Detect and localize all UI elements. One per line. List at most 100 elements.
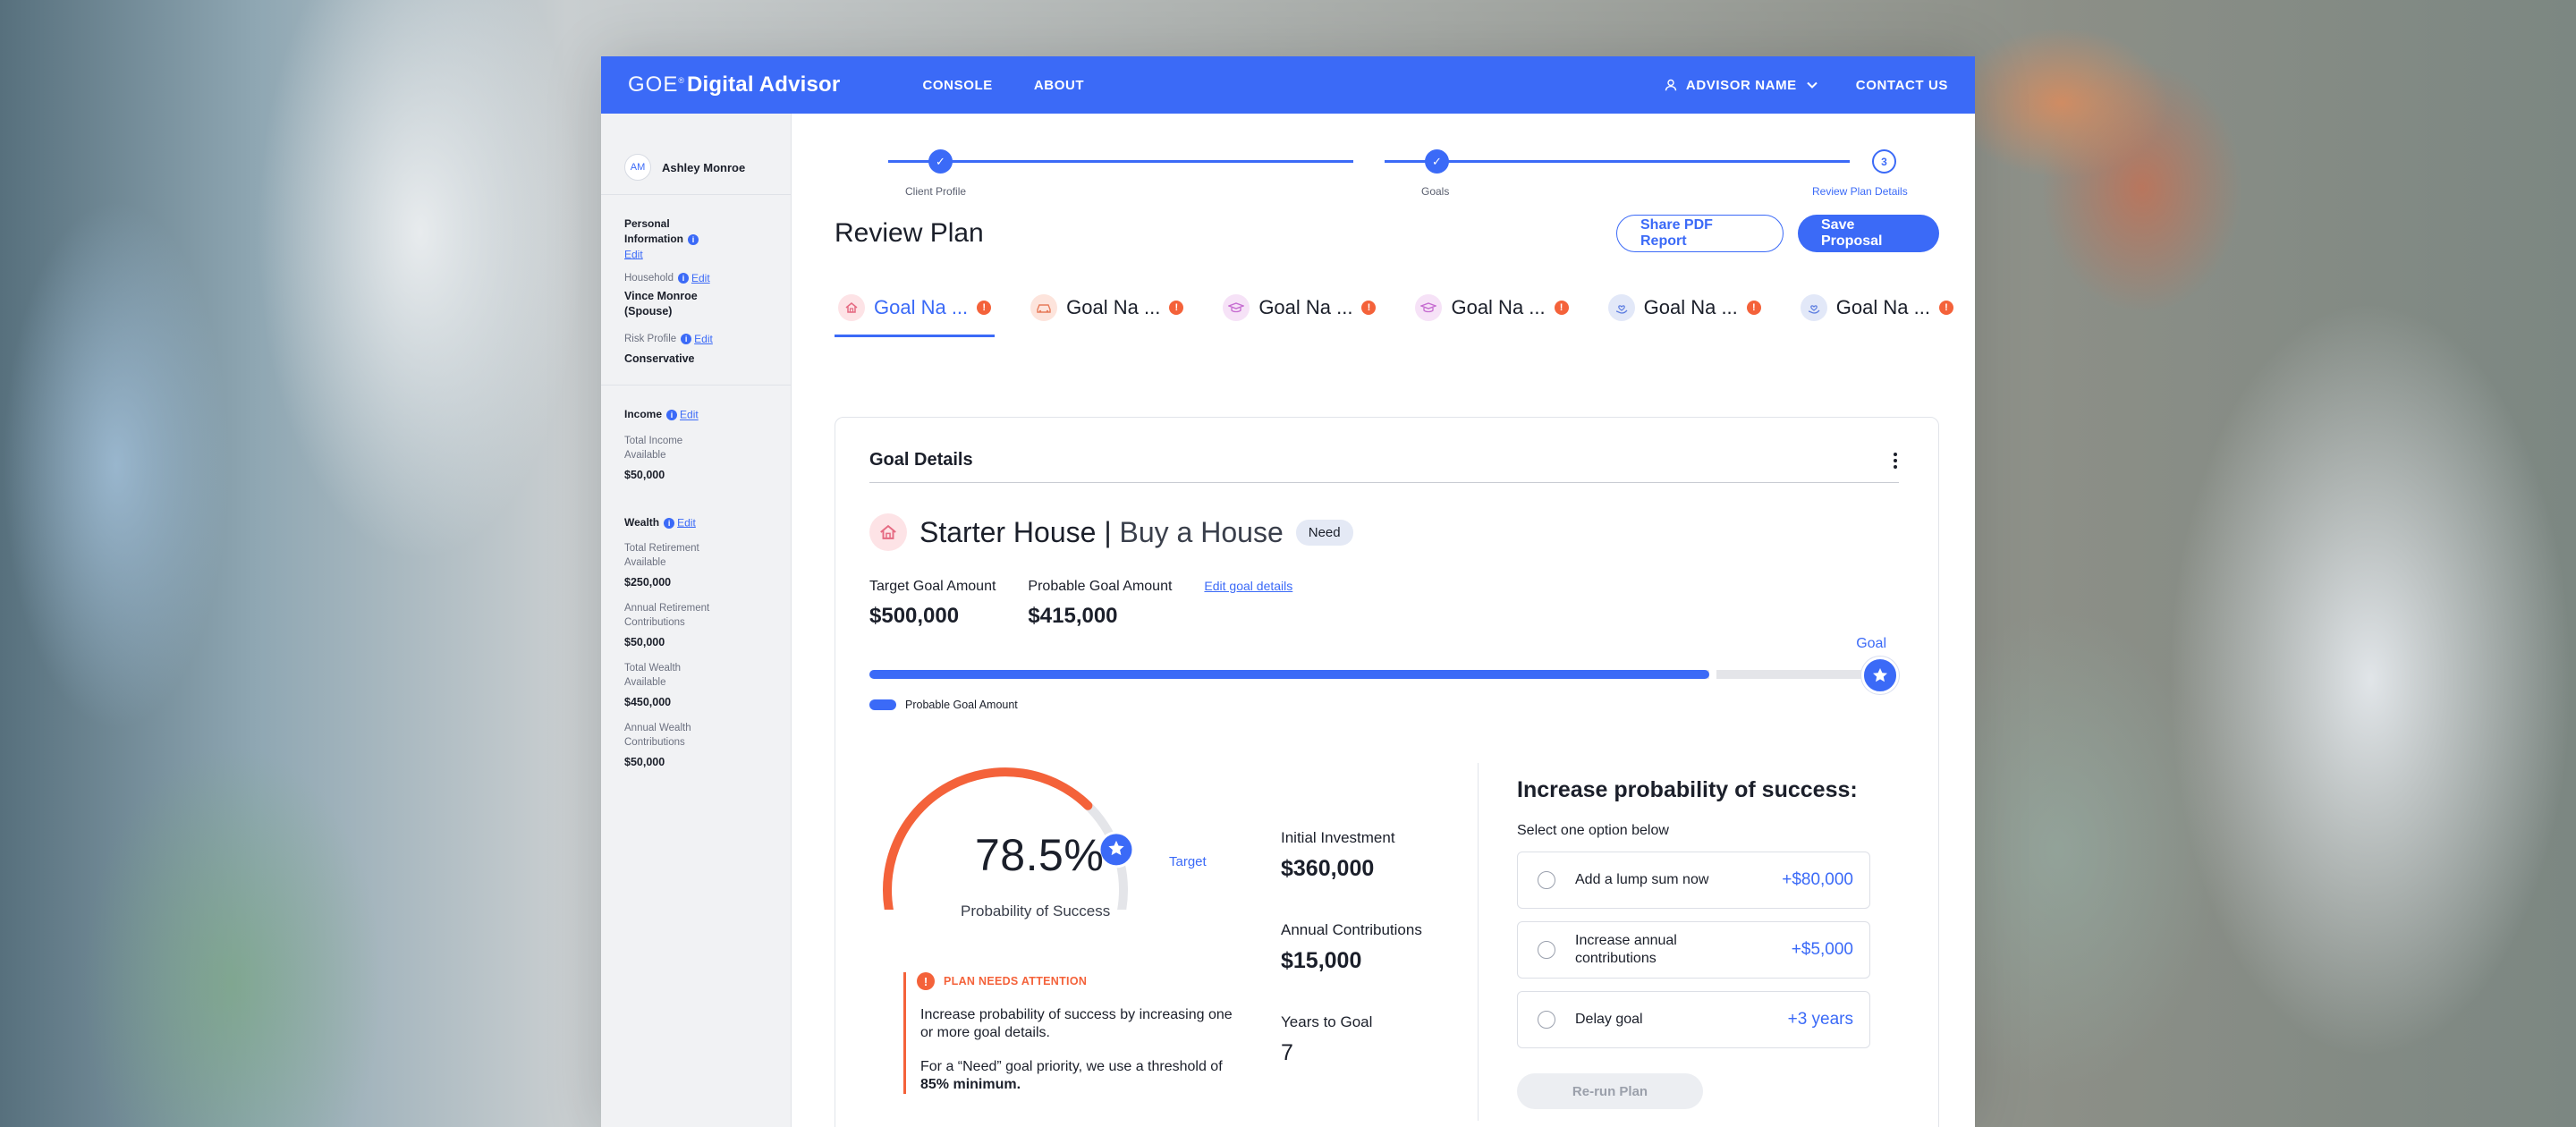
edit-income-link[interactable]: Edit [680,409,699,421]
alert-message: Increase probability of success by incre… [920,1007,1233,1040]
save-proposal-button[interactable]: Save Proposal [1798,215,1939,252]
user-icon [1665,79,1677,91]
goal-progress: Goal [869,636,1899,694]
contact-us-link[interactable]: CONTACT US [1856,78,1948,93]
share-pdf-report-button[interactable]: Share PDF Report [1616,215,1784,252]
goal-tab-5[interactable]: Goal Na ... ! [1605,286,1765,329]
step-2-check-icon[interactable]: ✓ [1425,149,1449,174]
goal-progress-fill [869,670,1709,679]
edit-household-link[interactable]: Edit [691,272,710,284]
header-actions: Share PDF Report Save Proposal [1616,215,1939,252]
alert-icon: ! [1361,301,1377,315]
more-options-icon[interactable] [1894,452,1899,469]
progress-stepper: ✓ Client Profile ✓ Goals 3 Review Plan D… [835,114,1939,199]
goal-progress-track [869,670,1881,679]
annual-wealth-value: $50,000 [624,756,665,769]
radio-button[interactable] [1538,1011,1555,1029]
edit-personal-info-link[interactable]: Edit [624,248,643,260]
initial-investment-label: Initial Investment [1281,829,1395,846]
annual-wealth-label: Annual Wealth Contributions [624,723,691,749]
goal-tab-3[interactable]: Goal Na ... ! [1219,286,1379,329]
alert-icon: ! [1169,301,1184,315]
house-icon [838,294,865,321]
logo-registered-mark: ® [678,76,685,85]
radio-button[interactable] [1538,941,1555,959]
goal-marker-label: Goal [1856,636,1886,651]
goal-tab-1[interactable]: Goal Na ... ! [835,286,996,337]
personal-info-section: Personal Information iEdit Household i Edit… [601,195,791,385]
legend-swatch [869,699,896,710]
graduation-cap-icon [1415,294,1443,321]
goal-tab-label: Goal Na ... [1258,296,1353,318]
edit-risk-profile-link[interactable]: Edit [694,333,713,345]
years-to-goal-value: 7 [1281,1040,1293,1065]
total-wealth-value: $450,000 [624,696,672,709]
option-lump-sum[interactable]: Add a lump sum now +$80,000 [1517,852,1870,909]
logo-goe-text: GOE [628,72,679,97]
nav-about[interactable]: ABOUT [1034,78,1084,93]
household-label: Household [624,273,674,284]
app-logo[interactable]: GOE® Digital Advisor [628,72,840,97]
goal-tab-2[interactable]: Goal Na ... ! [1027,286,1187,329]
nav-console[interactable]: CONSOLE [922,78,992,93]
advisor-menu[interactable]: ADVISOR NAME [1665,78,1818,93]
step-2-label[interactable]: Goals [1421,185,1449,198]
goal-analysis: 78.5% Probability of Success Target ! PL… [869,758,1899,1127]
info-icon[interactable]: i [666,410,678,421]
info-icon[interactable]: i [688,233,699,245]
income-label: Income [624,408,663,421]
app-window: GOE® Digital Advisor CONSOLE ABOUT ADVIS… [601,56,1975,1127]
advisor-name: ADVISOR NAME [1685,77,1797,93]
house-icon [869,513,907,551]
main-content: ✓ Client Profile ✓ Goals 3 Review Plan D… [792,114,1975,1127]
probability-caption: Probability of Success [961,902,1111,919]
edit-wealth-link[interactable]: Edit [677,516,696,529]
info-icon[interactable]: i [664,517,675,529]
hand-heart-icon [1607,294,1635,321]
step-1-check-icon[interactable]: ✓ [928,149,953,174]
household-value: Vince Monroe (Spouse) [624,290,698,318]
alert-icon: ! [917,972,935,990]
main-nav: CONSOLE ABOUT [922,78,1084,93]
page-title: Review Plan [835,218,984,248]
wealth-heading: Wealth i Edit [624,515,767,530]
income-heading: Income i Edit [624,407,767,422]
risk-profile-heading: Risk Profile i Edit [624,332,767,346]
goal-tab-6[interactable]: Goal Na ... ! [1797,286,1957,329]
plan-attention-alert: ! PLAN NEEDS ATTENTION Increase probabil… [903,972,1234,1094]
option-delay-goal[interactable]: Delay goal +3 years [1517,991,1870,1048]
edit-goal-details-link[interactable]: Edit goal details [1204,579,1292,593]
initial-investment-value: $360,000 [1281,856,1375,881]
avatar: AM [624,154,651,181]
logo-product-name: Digital Advisor [686,72,841,97]
info-icon[interactable]: i [681,334,692,345]
step-3-label[interactable]: Review Plan Details [1812,185,1908,198]
probability-value: 78.5% [975,830,1105,880]
total-retirement-value: $250,000 [624,576,672,589]
goal-tab-4[interactable]: Goal Na ... ! [1411,286,1572,329]
rerun-plan-button[interactable]: Re-run Plan [1517,1073,1703,1109]
priority-badge: Need [1295,519,1353,546]
goal-details-header: Goal Details [869,438,1899,483]
car-icon [1030,294,1058,321]
page-header: Review Plan Share PDF Report Save Propos… [835,199,1939,267]
goal-name-row: Starter House | Buy a House Need [869,513,1899,552]
option-annual-contributions[interactable]: Increase annual contributions +$5,000 [1517,921,1870,979]
increase-probability-panel: Increase probability of success: Select … [1517,777,1870,1109]
alert-icon: ! [1554,301,1569,315]
client-header: AM Ashley Monroe [601,114,791,194]
radio-button[interactable] [1538,871,1555,889]
info-icon[interactable]: i [677,273,689,284]
top-navigation-bar: GOE® Digital Advisor CONSOLE ABOUT ADVIS… [601,56,1975,114]
annual-contributions-label: Annual Contributions [1281,921,1422,938]
probable-amount-value: $415,000 [1028,604,1118,628]
years-to-goal-stat: Years to Goal 7 [1281,1013,1422,1066]
goal-tab-label: Goal Na ... [874,296,969,318]
stepper-line-2 [1385,160,1850,163]
annual-contributions-stat: Annual Contributions $15,000 [1281,921,1422,974]
client-name: Ashley Monroe [662,160,746,174]
step-3-number[interactable]: 3 [1872,149,1896,174]
alert-icon: ! [977,301,992,315]
step-1-label[interactable]: Client Profile [905,185,966,198]
goal-tab-label: Goal Na ... [1451,296,1546,318]
